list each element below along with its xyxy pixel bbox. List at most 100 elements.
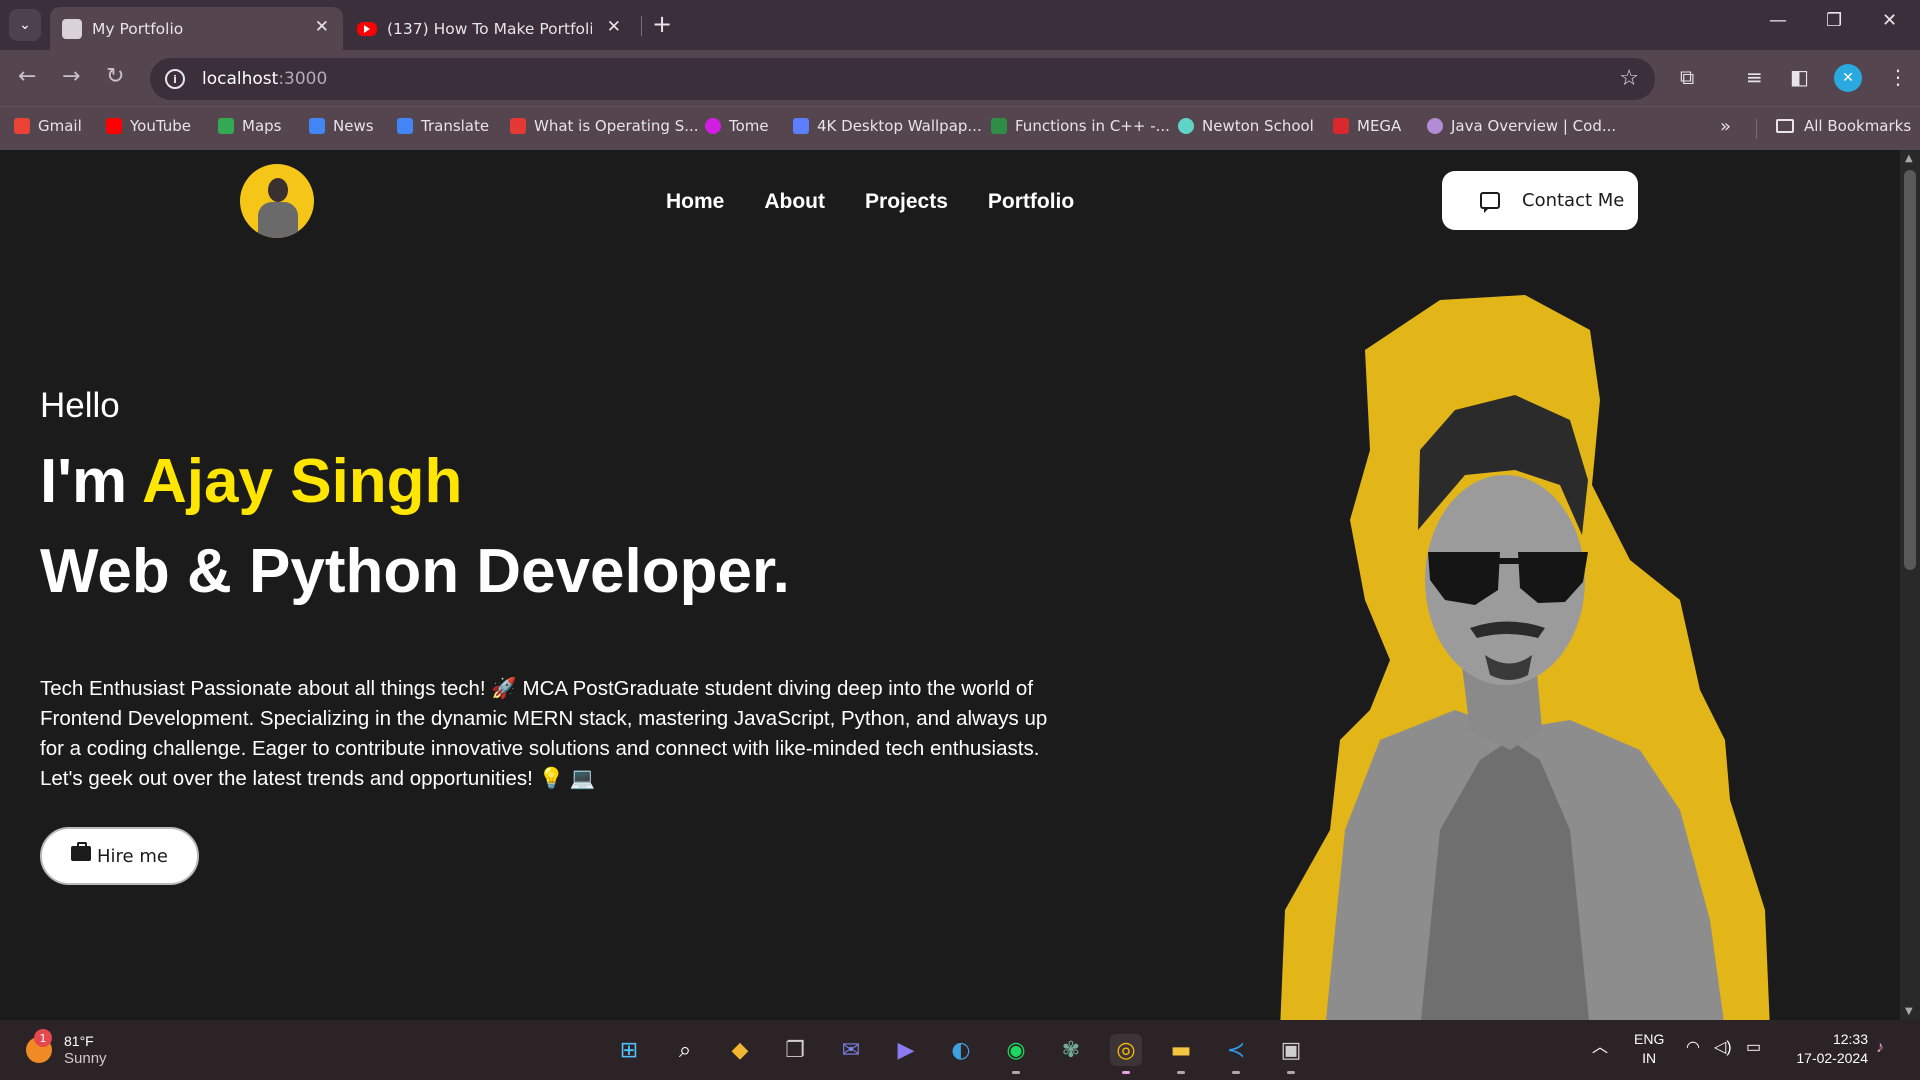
bookmark-wallpapers[interactable]: 4K Desktop Wallpap... <box>793 117 982 135</box>
translate-icon <box>397 118 413 134</box>
bookmark-label: Maps <box>242 117 282 135</box>
folder-icon <box>1776 119 1794 133</box>
bookmark-news[interactable]: News <box>309 117 374 135</box>
weather-condition: Sunny <box>64 1050 107 1067</box>
chat-icon <box>1480 192 1500 213</box>
bookmark-java-overview[interactable]: Java Overview | Cod... <box>1427 117 1616 135</box>
contact-me-button[interactable]: Contact Me <box>1442 171 1638 230</box>
language-indicator[interactable]: ENG IN <box>1634 1030 1664 1068</box>
hire-me-button[interactable]: Hire me <box>40 827 199 885</box>
scroll-down-icon[interactable]: ▼ <box>1905 1006 1913 1017</box>
tab-title: (137) How To Make Portfolio W <box>387 19 592 38</box>
windows-taskbar: 1 81°F Sunny ⊞ ⌕ ◆ ❐ ✉ ▶ ◐ ◉ ✾ ◎ ▬ ≺ ▣ ︿… <box>0 1020 1920 1080</box>
bookmark-functions-cpp[interactable]: Functions in C++ -... <box>991 117 1170 135</box>
bookmark-youtube[interactable]: YouTube <box>106 117 191 135</box>
gmail-icon <box>14 118 30 134</box>
youtube-favicon-icon <box>357 21 377 36</box>
language-code: ENG <box>1634 1031 1665 1047</box>
bookmark-gmail[interactable]: Gmail <box>14 117 82 135</box>
weather-widget[interactable]: 1 81°F Sunny <box>26 1029 107 1068</box>
gfg-icon <box>991 118 1007 134</box>
youtube-icon <box>106 118 122 134</box>
close-window-icon[interactable]: ✕ <box>1882 10 1897 31</box>
nav-home[interactable]: Home <box>666 190 724 214</box>
tab-youtube[interactable]: (137) How To Make Portfolio W ✕ <box>345 7 635 50</box>
profile-avatar[interactable]: ✕ <box>1834 64 1862 92</box>
bookmark-translate[interactable]: Translate <box>397 117 489 135</box>
bookmarks-divider <box>1756 119 1757 139</box>
bookmark-maps[interactable]: Maps <box>218 117 281 135</box>
chrome-icon[interactable]: ◎ <box>1110 1034 1142 1074</box>
bookmark-star-icon[interactable]: ☆ <box>1619 66 1639 91</box>
teams-chat-icon[interactable]: ✉ <box>835 1034 867 1066</box>
windows-start-icon[interactable]: ⊞ <box>613 1034 645 1066</box>
tab-my-portfolio[interactable]: My Portfolio ✕ <box>50 7 343 50</box>
mega-icon <box>1333 118 1349 134</box>
reload-icon[interactable]: ↻ <box>106 64 124 89</box>
new-tab-button[interactable]: + <box>652 10 672 38</box>
chevron-down-icon: ⌄ <box>19 17 31 33</box>
bookmark-label: What is Operating S... <box>534 117 699 135</box>
tab-search-button[interactable]: ⌄ <box>9 9 41 41</box>
spotify-icon[interactable]: ◉ <box>1000 1034 1032 1074</box>
forward-arrow-icon[interactable]: → <box>62 64 80 89</box>
bing-icon[interactable]: ▶ <box>890 1034 922 1066</box>
close-icon[interactable]: ✕ <box>315 17 329 37</box>
battery-icon[interactable]: ▭ <box>1746 1038 1761 1057</box>
nav-projects[interactable]: Projects <box>865 190 948 214</box>
sun-icon: 1 <box>26 1029 52 1063</box>
menu-kebab-icon[interactable]: ⋮ <box>1888 65 1908 89</box>
close-icon[interactable]: ✕ <box>607 17 621 37</box>
bookmark-operating-system[interactable]: What is Operating S... <box>510 117 699 135</box>
url-text[interactable]: localhost:3000 <box>202 69 327 89</box>
address-bar[interactable]: i localhost:3000 ☆ <box>150 58 1655 100</box>
portfolio-favicon-icon <box>62 18 82 39</box>
portfolio-page: Home About Projects Portfolio Contact Me… <box>0 150 1900 1020</box>
wifi-icon[interactable]: ◠ <box>1686 1038 1700 1057</box>
avatar[interactable] <box>240 164 314 238</box>
page-scrollbar[interactable]: ▲ ▼ <box>1900 150 1920 1020</box>
browser-toolbar: ← → ↻ i localhost:3000 ☆ ⧉ ≡ ◧ ✕ ⋮ <box>0 50 1920 106</box>
media-control-icon[interactable]: ≡ <box>1746 65 1763 89</box>
tome-icon <box>705 118 721 134</box>
bookmark-newton-school[interactable]: Newton School <box>1178 117 1314 135</box>
extensions-icon[interactable]: ⧉ <box>1680 65 1694 89</box>
show-hidden-icons-icon[interactable]: ︿ <box>1592 1038 1608 1057</box>
clock[interactable]: 12:33 17-02-2024 <box>1784 1030 1868 1068</box>
file-explorer-icon[interactable]: ▬ <box>1165 1034 1197 1074</box>
bookmark-label: Gmail <box>38 117 82 135</box>
bookmark-label: 4K Desktop Wallpap... <box>817 117 982 135</box>
back-arrow-icon[interactable]: ← <box>18 64 36 89</box>
site-info-icon[interactable]: i <box>165 69 185 89</box>
scrollbar-thumb[interactable] <box>1904 170 1916 570</box>
minimize-icon[interactable]: — <box>1769 10 1787 31</box>
url-host: localhost <box>202 69 279 89</box>
task-view-icon[interactable]: ❐ <box>779 1034 811 1066</box>
running-indicator <box>1287 1071 1295 1074</box>
side-panel-icon[interactable]: ◧ <box>1790 65 1809 89</box>
volume-icon[interactable]: ◁) <box>1714 1038 1732 1057</box>
notification-bell-icon[interactable]: ♪ <box>1876 1038 1884 1057</box>
restore-icon[interactable]: ❐ <box>1826 10 1842 31</box>
maps-icon <box>218 118 234 134</box>
all-bookmarks-button[interactable]: All Bookmarks <box>1776 117 1911 135</box>
nav-about[interactable]: About <box>764 190 825 214</box>
hero-prefix: I'm <box>40 447 143 516</box>
edge-icon[interactable]: ◐ <box>945 1034 977 1066</box>
url-port: :3000 <box>278 69 328 89</box>
running-indicator <box>1122 1071 1130 1074</box>
terminal-icon[interactable]: ▣ <box>1275 1034 1307 1074</box>
bookmark-mega[interactable]: MEGA <box>1333 117 1401 135</box>
search-icon[interactable]: ⌕ <box>669 1034 701 1066</box>
nav-portfolio[interactable]: Portfolio <box>988 190 1074 214</box>
scroll-up-icon[interactable]: ▲ <box>1905 153 1913 164</box>
bookmark-label: Java Overview | Cod... <box>1451 117 1617 135</box>
running-indicator <box>1232 1071 1240 1074</box>
bookmark-label: Functions in C++ -... <box>1015 117 1170 135</box>
copilot-icon[interactable]: ◆ <box>724 1034 756 1066</box>
avatar-head <box>268 178 288 202</box>
vscode-icon[interactable]: ≺ <box>1220 1034 1252 1074</box>
more-bookmarks-icon[interactable]: » <box>1720 116 1731 137</box>
chatgpt-icon[interactable]: ✾ <box>1055 1034 1087 1066</box>
bookmark-tome[interactable]: Tome <box>705 117 769 135</box>
